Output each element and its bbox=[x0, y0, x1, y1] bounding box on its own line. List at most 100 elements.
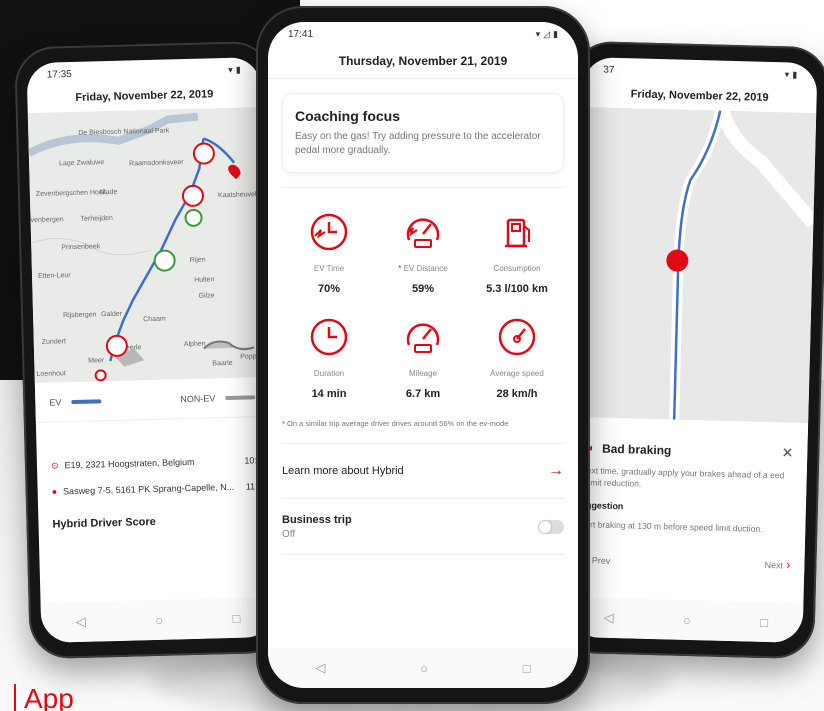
map-label: Loenhout bbox=[36, 370, 66, 379]
learn-more-link[interactable]: Learn more about Hybrid → bbox=[282, 443, 564, 499]
metric-label: Duration bbox=[314, 369, 344, 378]
map-label: Galder bbox=[100, 310, 123, 319]
map-label: Prinsenbeek bbox=[61, 243, 101, 252]
app-caption: App bbox=[14, 684, 74, 711]
map-label: Etten-Leur bbox=[37, 272, 71, 280]
fuel-pump-icon bbox=[505, 218, 530, 248]
metric-label: Consumption bbox=[493, 264, 540, 273]
back-icon[interactable]: ◁ bbox=[315, 660, 325, 676]
section-title: Hybrid Driver Score bbox=[52, 515, 156, 531]
ev-footnote: * On a similar trip average driver drive… bbox=[282, 418, 564, 429]
metric-label-text: EV Time bbox=[313, 264, 345, 273]
metric-mileage: Mileage 6.7 km bbox=[376, 315, 470, 400]
event-detail-panel: ◖ Bad braking ✕ ext time, gradually appl… bbox=[570, 416, 809, 582]
status-time: 17:41 bbox=[288, 28, 314, 40]
map-label: Rijsbergen bbox=[62, 311, 97, 320]
back-icon[interactable]: ◁ bbox=[76, 614, 86, 630]
back-icon[interactable]: ◁ bbox=[603, 610, 613, 626]
left-phone: 17:35 ▾ ▮ Friday, November 22, 2019 De Bi… bbox=[14, 40, 288, 660]
legend-ev-label: EV bbox=[49, 396, 62, 408]
map-label: Rijen bbox=[189, 256, 206, 264]
recents-icon[interactable]: □ bbox=[523, 661, 531, 676]
event-header: ◖ Bad braking ✕ bbox=[587, 439, 793, 461]
close-icon[interactable]: ✕ bbox=[781, 444, 793, 461]
suggestion-title: ggestion bbox=[585, 500, 624, 512]
map-label: venbergen bbox=[30, 216, 64, 225]
metric-label-text: EV Distance bbox=[403, 264, 448, 273]
map-canvas bbox=[669, 108, 818, 420]
metric-label: * EV Distance bbox=[398, 264, 447, 273]
metric-value: 5.3 l/100 km bbox=[486, 283, 548, 295]
odometer-icon bbox=[406, 323, 440, 353]
center-phone-screen: 17:41 ▾ ◿ ▮ Thursday, November 21, 2019 Co… bbox=[268, 22, 578, 688]
metric-asterisk: * bbox=[398, 264, 402, 273]
ev-distance-icon bbox=[406, 218, 440, 248]
home-icon[interactable]: ○ bbox=[683, 612, 691, 627]
battery-icon: ▮ bbox=[792, 69, 798, 80]
left-phone-screen: 17:35 ▾ ▮ Friday, November 22, 2019 De Bi… bbox=[26, 57, 276, 643]
battery-icon: ▮ bbox=[553, 28, 558, 39]
event-title: Bad braking bbox=[601, 441, 672, 457]
metric-value: 28 km/h bbox=[496, 388, 538, 400]
next-label: Next bbox=[764, 559, 784, 571]
speedometer-icon bbox=[498, 318, 536, 356]
learn-more-label: Learn more about Hybrid bbox=[282, 465, 404, 477]
coaching-card: Coaching focus Easy on the gas! Try addi… bbox=[282, 93, 564, 173]
metric-ev-distance: * EV Distance 59% bbox=[376, 210, 470, 295]
business-trip-row: Business trip Off bbox=[282, 499, 564, 555]
next-button[interactable]: Next › bbox=[764, 557, 790, 572]
trip-map[interactable]: De Biesbosch Nationaal Park Lage Zwaluwe… bbox=[27, 107, 269, 384]
battery-icon: ▮ bbox=[235, 64, 241, 75]
footnote-asterisk: * bbox=[282, 419, 285, 428]
footnote-text: On a similar trip average driver drives … bbox=[287, 419, 509, 428]
metric-label-text: Average speed bbox=[490, 369, 544, 378]
android-nav-bar: ◁ ○ □ bbox=[568, 596, 804, 643]
metric-consumption: Consumption 5.3 l/100 km bbox=[470, 210, 564, 295]
map-label: Raamsdonksveer bbox=[129, 159, 184, 168]
suggestion-text: art braking at 130 m before speed limit … bbox=[585, 519, 763, 534]
status-icons: ▾ ▮ bbox=[228, 64, 241, 75]
recents-icon[interactable]: □ bbox=[232, 610, 240, 625]
home-icon[interactable]: ○ bbox=[155, 612, 163, 627]
event-map[interactable] bbox=[574, 107, 818, 424]
start-location-icon: ⊙ bbox=[50, 459, 59, 471]
metric-value: 14 min bbox=[311, 388, 347, 400]
trip-summary: Coaching focus Easy on the gas! Try addi… bbox=[268, 93, 578, 555]
map-label: Alphen bbox=[183, 340, 206, 349]
status-time: 17:35 bbox=[46, 68, 72, 81]
prev-label: Prev bbox=[591, 555, 611, 566]
legend-non-ev-line bbox=[225, 394, 256, 400]
legend-non-ev-label: NON-EV bbox=[180, 392, 216, 404]
end-address: Sasweg 7-5, 5161 PK Sprang-Capelle, N... bbox=[62, 481, 235, 497]
event-pager: ‹ Prev Next › bbox=[584, 552, 790, 571]
map-label: Lage Zwaluwe bbox=[59, 159, 105, 168]
wifi-icon: ▾ bbox=[535, 28, 541, 39]
start-address: E19, 2321 Hoogstraten, Belgium bbox=[64, 456, 195, 471]
metric-label-text: Consumption bbox=[493, 264, 541, 273]
event-description: ext time, gradually apply your brakes ah… bbox=[586, 465, 785, 489]
metric-label: EV Time bbox=[314, 264, 344, 273]
metric-label: Average speed bbox=[490, 369, 544, 378]
metric-value: 6.7 km bbox=[405, 388, 441, 400]
business-trip-text: Business trip Off bbox=[282, 514, 352, 540]
center-phone: 17:41 ▾ ◿ ▮ Thursday, November 21, 2019 Co… bbox=[256, 6, 590, 704]
status-time: 37 bbox=[603, 64, 615, 76]
metric-value: 59% bbox=[411, 283, 435, 295]
pin-icon: ● bbox=[51, 486, 58, 497]
legend-ev-line bbox=[71, 398, 102, 404]
status-icons: ▾ ▮ bbox=[785, 69, 798, 80]
metric-label-text: Duration bbox=[313, 369, 345, 378]
recents-icon[interactable]: □ bbox=[760, 614, 768, 629]
chevron-right-icon: › bbox=[782, 557, 791, 572]
wifi-icon: ▾ bbox=[228, 64, 233, 75]
map-label: Zundert bbox=[41, 338, 66, 346]
ev-time-icon bbox=[310, 213, 348, 251]
coaching-text: Easy on the gas! Try adding pressure to … bbox=[295, 131, 541, 156]
right-phone: 37 ▾ ▮ Friday, November 22, 2019 ◖ Bad br… bbox=[556, 40, 824, 660]
map-label: Chaam bbox=[143, 315, 166, 324]
trip-date: Thursday, November 21, 2019 bbox=[268, 46, 578, 79]
home-icon[interactable]: ○ bbox=[420, 661, 428, 676]
map-label: Hulten bbox=[194, 276, 215, 284]
business-trip-toggle[interactable] bbox=[538, 519, 564, 534]
android-nav-bar: ◁ ○ □ bbox=[268, 648, 578, 688]
